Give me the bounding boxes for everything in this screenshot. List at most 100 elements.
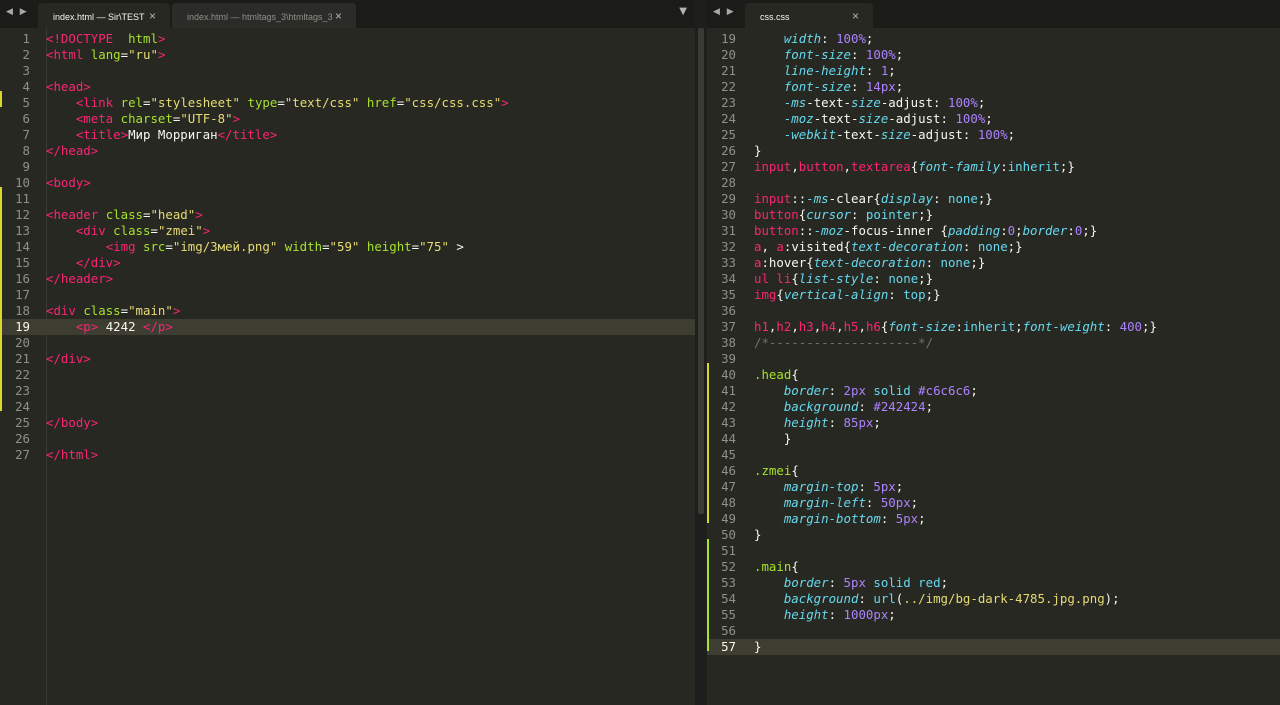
code-line[interactable]: 20 <box>0 335 695 351</box>
code-line[interactable]: 23 -ms-text-size-adjust: 100%; <box>707 95 1280 111</box>
tab-menu-chevron-down-icon[interactable]: ▼ <box>679 6 687 17</box>
code-line[interactable]: 26} <box>707 143 1280 159</box>
code-line[interactable]: 17 <box>0 287 695 303</box>
code-line[interactable]: 26 <box>0 431 695 447</box>
code-line[interactable]: 21 </div> <box>0 351 695 367</box>
close-icon[interactable]: × <box>149 9 156 23</box>
code-line[interactable]: 38 /*--------------------*/ <box>707 335 1280 351</box>
code-token: > <box>172 303 181 318</box>
code-line[interactable]: 35 img{vertical-align: top;} <box>707 287 1280 303</box>
code-token: #242424 <box>873 399 926 414</box>
line-number: 19 <box>15 319 30 334</box>
code-line[interactable]: 8 </head> <box>0 143 695 159</box>
code-line[interactable]: 55 height: 1000px; <box>707 607 1280 623</box>
code-line[interactable]: 7 <title>Мир Морриган</title> <box>0 127 695 143</box>
code-token: } <box>754 431 792 446</box>
code-token: h4 <box>821 319 837 334</box>
close-icon[interactable]: × <box>335 9 342 23</box>
code-token: ; <box>873 415 881 430</box>
code-line[interactable]: 6 <meta charset="UTF-8"> <box>0 111 695 127</box>
code-line[interactable]: 28 <box>707 175 1280 191</box>
code-line[interactable]: 43 height: 85px; <box>707 415 1280 431</box>
code-token: = <box>150 223 158 238</box>
code-line[interactable]: 18 <div class="main"> <box>0 303 695 319</box>
line-number: 12 <box>15 207 30 222</box>
tab-nav-arrows[interactable]: ◀ ▶ <box>713 7 736 17</box>
code-line[interactable]: 2 <html lang="ru"> <box>0 47 695 63</box>
code-line[interactable]: 11 <box>0 191 695 207</box>
code-line[interactable]: 12 <header class="head"> <box>0 207 695 223</box>
line-number: 55 <box>721 607 736 622</box>
tab-css-css[interactable]: css.css × <box>745 3 873 28</box>
code-line[interactable]: 19 width: 100%; <box>707 31 1280 47</box>
line-number: 19 <box>721 31 736 46</box>
code-line[interactable]: 32 a, a:visited{text-decoration: none;} <box>707 239 1280 255</box>
code-line[interactable]: 15 </div> <box>0 255 695 271</box>
code-line[interactable]: 37 h1,h2,h3,h4,h5,h6{font-size:inherit;fo… <box>707 319 1280 335</box>
code-line[interactable]: 57} <box>707 639 1280 655</box>
code-line[interactable]: 39 <box>707 351 1280 367</box>
code-line[interactable]: 53 border: 5px solid red; <box>707 575 1280 591</box>
css-code-editor[interactable]: 19 width: 100%; 20 font-size: 100%; 21 lin… <box>707 28 1280 705</box>
code-line[interactable]: 51 <box>707 543 1280 559</box>
code-line[interactable]: 31 button::-moz-focus-inner {padding:0;bo… <box>707 223 1280 239</box>
code-line[interactable]: 27 </html> <box>0 447 695 463</box>
tab-index-html-htmltags[interactable]: index.html — htmltags_3\htmltags_3 × <box>172 3 356 28</box>
code-token: :: <box>798 223 814 238</box>
code-line[interactable]: 44 } <box>707 431 1280 447</box>
code-line[interactable]: 46 .zmei{ <box>707 463 1280 479</box>
code-line[interactable]: 5 <link rel="stylesheet" type="text/css"… <box>0 95 695 111</box>
code-line[interactable]: 1 <!DOCTYPE html> <box>0 31 695 47</box>
code-line[interactable]: 24 <box>0 399 695 415</box>
code-line[interactable]: 14 <img src="img/Змей.png" width="59" he… <box>0 239 695 255</box>
tab-nav-arrows[interactable]: ◀ ▶ <box>6 7 29 17</box>
code-line[interactable]: 52 .main{ <box>707 559 1280 575</box>
code-line[interactable]: 40 .head{ <box>707 367 1280 383</box>
code-line[interactable]: 54 background: url(../img/bg-dark-4785.j… <box>707 591 1280 607</box>
code-line[interactable]: 49 margin-bottom: 5px; <box>707 511 1280 527</box>
code-line[interactable]: 33 a:hover{text-decoration: none;} <box>707 255 1280 271</box>
close-icon[interactable]: × <box>852 9 859 23</box>
code-line[interactable]: 3 <box>0 63 695 79</box>
code-line[interactable]: 20 font-size: 100%; <box>707 47 1280 63</box>
git-modified-marker-lines-11-24 <box>0 187 2 411</box>
code-line[interactable]: 34 ul li{list-style: none;} <box>707 271 1280 287</box>
code-line[interactable]: 47 margin-top: 5px; <box>707 479 1280 495</box>
pane-divider[interactable] <box>695 0 707 705</box>
code-line[interactable]: 41 border: 2px solid #c6c6c6; <box>707 383 1280 399</box>
code-line[interactable]: 4 <head> <box>0 79 695 95</box>
code-line[interactable]: 27 input,button,textarea{font-family:inhe… <box>707 159 1280 175</box>
html-code-editor[interactable]: 1 <!DOCTYPE html> 2 <html lang="ru"> 3 4 <head… <box>0 28 695 705</box>
tab-index-html-sir-test[interactable]: index.html — Sir\TEST × <box>38 3 170 28</box>
line-number: 13 <box>15 223 30 238</box>
code-token: ;} <box>925 287 941 302</box>
code-line[interactable]: 25 -webkit-text-size-adjust: 100%; <box>707 127 1280 143</box>
code-line[interactable]: 23 <box>0 383 695 399</box>
code-token: 100% <box>947 95 978 110</box>
code-line[interactable]: 21 line-height: 1; <box>707 63 1280 79</box>
code-line[interactable]: 10 <body> <box>0 175 695 191</box>
code-line[interactable]: 29 input::-ms-clear{display: none;} <box>707 191 1280 207</box>
code-line[interactable]: 30 button{cursor: pointer;} <box>707 207 1280 223</box>
code-line[interactable]: 9 <box>0 159 695 175</box>
code-line[interactable]: 22 <box>0 367 695 383</box>
right-editor-pane: ◀ ▶ css.css × 19 width: 100%; 20 font-siz… <box>707 0 1280 705</box>
line-code: </div> <box>46 255 121 271</box>
code-token: h1 <box>754 319 769 334</box>
code-line[interactable]: 56 <box>707 623 1280 639</box>
code-line[interactable]: 24 -moz-text-size-adjust: 100%; <box>707 111 1280 127</box>
code-line[interactable]: 16 </header> <box>0 271 695 287</box>
code-line[interactable]: 42 background: #242424; <box>707 399 1280 415</box>
code-line[interactable]: 48 margin-left: 50px; <box>707 495 1280 511</box>
code-line[interactable]: 25 </body> <box>0 415 695 431</box>
code-line[interactable]: 36 <box>707 303 1280 319</box>
code-line[interactable]: 13 <div class="zmei"> <box>0 223 695 239</box>
left-scrollbar[interactable] <box>698 28 704 514</box>
code-line[interactable]: 19 <p> 4242 </p> <box>0 319 695 335</box>
code-line[interactable]: 22 font-size: 14px; <box>707 79 1280 95</box>
code-token: width <box>284 239 323 254</box>
code-token: 5px <box>873 479 896 494</box>
line-code: } <box>754 143 761 159</box>
code-line[interactable]: 45 <box>707 447 1280 463</box>
code-line[interactable]: 50} <box>707 527 1280 543</box>
